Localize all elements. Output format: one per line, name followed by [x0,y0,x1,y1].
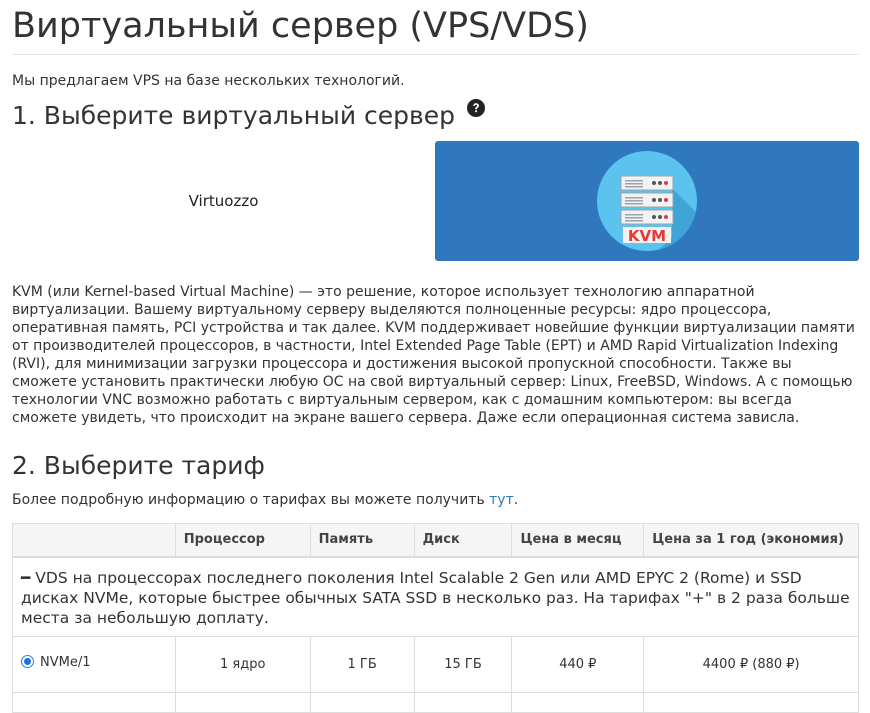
page-title: Виртуальный сервер (VPS/VDS) [12,6,589,46]
more-info-end: . [513,492,519,508]
step2-heading: 2. Выберите тариф [12,451,265,480]
title-divider [12,54,859,55]
plan-ram: 1 ГБ [309,635,415,693]
table-row[interactable] [12,691,859,713]
tariff-group-description: ━ VDS на процессорах последнего поколени… [12,556,859,637]
col-header-name [12,523,176,558]
plan-price-month: 440 ₽ [511,635,645,693]
more-info-label: Более подробную информацию о тарифах вы … [12,492,490,508]
table-row[interactable]: NVMe/1 1 ядро 1 ГБ 15 ГБ 440 ₽ 4400 ₽ (8… [12,635,859,693]
col-header-price-year: Цена за 1 год (экономия) [643,523,859,558]
col-header-disk: Диск [413,523,513,558]
plan-cpu: 1 ядро [174,635,311,693]
kvm-label: KVM [628,227,666,245]
kvm-server-icon: KVM [597,151,697,251]
tariff-group-text: VDS на процессорах последнего поколения … [21,568,850,627]
plan-name-cell[interactable]: NVMe/1 [12,635,176,693]
more-info-text: Более подробную информацию о тарифах вы … [12,490,859,510]
kvm-description: KVM (или Kernel-based Virtual Machine) —… [12,284,855,426]
plan-disk: 15 ГБ [413,635,513,693]
step1-header: 1. Выберите виртуальный сервер [12,99,859,133]
tariff-table-header: Процессор Память Диск Цена в месяц Цена … [12,523,859,558]
col-header-price-month: Цена в месяц [511,523,645,558]
plan-price-year: 4400 ₽ (880 ₽) [643,635,859,693]
table-cell [174,691,311,713]
question-circle-icon[interactable] [467,99,485,121]
virtuozzo-logo: Virtuozzo [188,192,259,210]
option-virtuozzo[interactable]: Virtuozzo [12,141,435,261]
plan-name: NVMe/1 [40,654,91,670]
tariff-table: Процессор Память Диск Цена в месяц Цена … [12,523,859,713]
table-cell [643,691,859,713]
intro-text: Мы предлагаем VPS на базе нескольких тех… [12,73,405,89]
virtualization-options: Virtuozzo KVM [12,141,859,261]
table-cell [511,691,645,713]
step1-heading: 1. Выберите виртуальный сервер [12,101,455,130]
tariff-group-row[interactable]: ━ VDS на процессорах последнего поколени… [12,556,859,637]
table-cell [12,691,176,713]
collapse-toggle-icon[interactable]: ━ [21,569,30,587]
table-cell [413,691,513,713]
option-kvm[interactable]: KVM [435,141,859,261]
page: Виртуальный сервер (VPS/VDS) Мы предлага… [0,0,870,713]
table-cell [309,691,415,713]
more-info-link[interactable]: тут [489,492,514,508]
col-header-ram: Память [309,523,415,558]
col-header-cpu: Процессор [174,523,311,558]
plan-radio[interactable] [21,654,34,668]
